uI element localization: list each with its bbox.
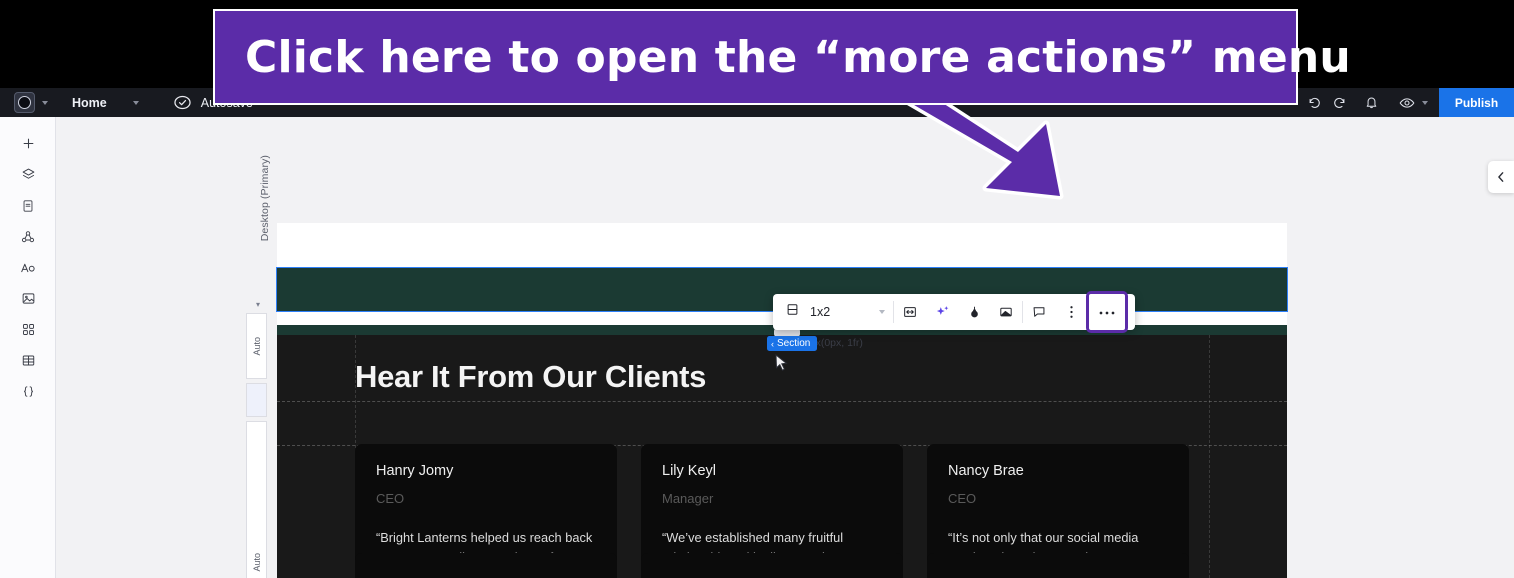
layout-split-icon bbox=[785, 302, 800, 322]
more-actions-button[interactable] bbox=[1086, 291, 1128, 333]
annotation-banner: Click here to open the “more actions” me… bbox=[213, 9, 1351, 105]
page-title[interactable]: Hear It From Our Clients bbox=[355, 359, 706, 395]
publish-button[interactable]: Publish bbox=[1439, 88, 1514, 117]
preview-caret-icon[interactable] bbox=[1422, 100, 1428, 105]
layers-icon[interactable] bbox=[0, 159, 56, 190]
code-braces-icon[interactable] bbox=[0, 376, 56, 407]
chevron-left-icon: ‹ bbox=[771, 338, 774, 349]
comment-icon[interactable] bbox=[1023, 294, 1055, 330]
image-frame-icon[interactable] bbox=[990, 294, 1022, 330]
eye-icon[interactable] bbox=[1394, 90, 1419, 115]
grid-apps-icon[interactable] bbox=[0, 314, 56, 345]
plus-icon[interactable] bbox=[0, 128, 56, 159]
page-preview[interactable]: Hear It From Our Clients Hanry Jomy CEO … bbox=[276, 223, 1288, 578]
left-rail bbox=[0, 117, 56, 578]
more-horizontal-icon bbox=[1098, 303, 1116, 321]
page-band-top bbox=[277, 223, 1287, 267]
layout-label: 1x2 bbox=[810, 305, 831, 319]
layout-select[interactable]: 1x2 bbox=[773, 294, 893, 330]
page-icon[interactable] bbox=[0, 190, 56, 221]
logo-caret-icon[interactable] bbox=[42, 100, 48, 105]
top-toolbar-right: Publish bbox=[1302, 88, 1514, 117]
grid-guide-v bbox=[1209, 335, 1210, 578]
section-badge-label: Section bbox=[777, 338, 811, 349]
home-menu-label[interactable]: Home bbox=[72, 96, 107, 110]
row-label-auto-1: Auto bbox=[251, 336, 262, 356]
table-icon[interactable] bbox=[0, 345, 56, 376]
bell-icon[interactable] bbox=[1359, 90, 1384, 115]
element-toolbar: 1x2 bbox=[773, 294, 1135, 330]
card-role: Manager bbox=[662, 491, 714, 506]
text-style-icon[interactable] bbox=[0, 252, 56, 283]
logo-dot bbox=[18, 96, 31, 109]
grid-guide bbox=[277, 401, 1287, 402]
section-badge[interactable]: ‹ Section bbox=[767, 336, 818, 351]
testimonial-card-next-row[interactable] bbox=[927, 553, 1189, 578]
testimonial-card-next-row[interactable] bbox=[641, 553, 903, 578]
card-role: CEO bbox=[948, 491, 977, 506]
collapse-panel-button[interactable] bbox=[1488, 161, 1514, 193]
card-name: Nancy Brae bbox=[948, 463, 1024, 479]
design-canvas[interactable]: Desktop (Primary) ▾ Auto Auto Hear It Fr… bbox=[56, 117, 1514, 578]
card-role: CEO bbox=[376, 491, 405, 506]
redo-icon[interactable] bbox=[1327, 90, 1352, 115]
app-logo-icon[interactable] bbox=[14, 92, 35, 113]
cms-molecule-icon[interactable] bbox=[0, 221, 56, 252]
anchor-pin-icon[interactable] bbox=[958, 294, 990, 330]
layout-caret-icon[interactable] bbox=[879, 310, 885, 314]
cloud-check-icon bbox=[173, 93, 192, 112]
row-ruler-tab[interactable]: Auto bbox=[246, 313, 267, 379]
app-window: Home Autosave bbox=[0, 88, 1514, 578]
row-ruler-tab-active[interactable] bbox=[246, 383, 267, 417]
screenshot-root: Home Autosave bbox=[0, 0, 1514, 578]
testimonial-card-next-row[interactable] bbox=[355, 553, 617, 578]
fit-width-icon[interactable] bbox=[894, 294, 926, 330]
card-name: Lily Keyl bbox=[662, 463, 716, 479]
breakpoint-caret-icon[interactable]: ▾ bbox=[256, 300, 260, 309]
mouse-pointer-icon bbox=[775, 353, 788, 372]
ai-sparkle-icon[interactable] bbox=[926, 294, 958, 330]
annotation-text: Click here to open the “more actions” me… bbox=[245, 31, 1351, 83]
row-label-auto-2: Auto bbox=[251, 553, 262, 572]
row-ruler-tab[interactable]: Auto bbox=[246, 421, 267, 578]
undo-icon[interactable] bbox=[1302, 90, 1327, 115]
breakpoint-label: Desktop (Primary) bbox=[259, 155, 271, 242]
card-name: Hanry Jomy bbox=[376, 463, 454, 479]
image-icon[interactable] bbox=[0, 283, 56, 314]
dots-vertical-icon[interactable] bbox=[1055, 294, 1087, 330]
home-caret-icon[interactable] bbox=[132, 100, 139, 105]
